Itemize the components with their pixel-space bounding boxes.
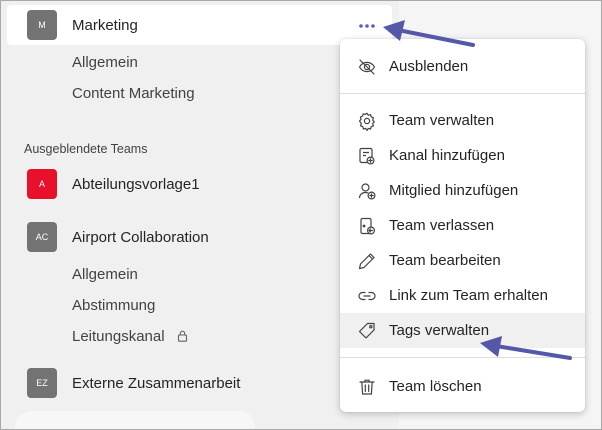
menu-item-kanal-hinzufuegen[interactable]: Kanal hinzufügen [340,138,585,173]
tag-icon [357,321,377,341]
more-options-button[interactable] [356,18,378,32]
lock-icon [177,329,188,346]
team-row-airport-collaboration[interactable]: AC Airport Collaboration [7,217,392,257]
menu-item-mitglied-hinzufuegen[interactable]: Mitglied hinzufügen [340,173,585,208]
menu-divider [340,93,585,94]
menu-item-label: Tags verwalten [389,322,490,339]
menu-item-label: Team verlassen [389,217,495,234]
team-avatar: AC [27,222,57,252]
team-row-externe-zusammenarbeit[interactable]: EZ Externe Zusammenarbeit [7,363,392,403]
channel-label: Leitungskanal [72,328,165,345]
menu-item-label: Team löschen [389,378,482,395]
add-member-icon [357,181,377,201]
channel-item[interactable]: Content Marketing [72,85,195,102]
trash-icon [357,377,377,397]
menu-item-label: Mitglied hinzufügen [389,182,519,199]
team-row-abteilungsvorlage1[interactable]: A Abteilungsvorlage1 [7,164,392,204]
menu-item-team-bearbeiten[interactable]: Team bearbeiten [340,243,585,278]
channel-item[interactable]: Allgemein [72,54,138,71]
menu-item-label: Kanal hinzufügen [389,147,505,164]
leave-team-icon [357,216,377,236]
menu-item-team-loeschen[interactable]: Team löschen [340,369,585,404]
list-bottom-edge [15,411,255,430]
link-icon [357,286,377,306]
team-avatar: A [27,169,57,199]
channel-item[interactable]: Allgemein [72,266,138,283]
menu-item-team-verlassen[interactable]: Team verlassen [340,208,585,243]
gear-icon [357,111,377,131]
menu-divider [340,357,585,358]
menu-item-ausblenden[interactable]: Ausblenden [340,49,585,84]
menu-item-label: Team verwalten [389,112,495,129]
menu-item-label: Ausblenden [389,58,469,75]
team-avatar: EZ [27,368,57,398]
team-name: Externe Zusammenarbeit [72,374,241,392]
menu-item-link-zum-team[interactable]: Link zum Team erhalten [340,278,585,313]
team-context-menu: Ausblenden Team verwalten Kanal hinzufüg… [340,39,585,412]
channel-item-leitungskanal[interactable]: Leitungskanal [72,328,188,346]
pencil-icon [357,251,377,271]
team-avatar: M [27,10,57,40]
team-name: Abteilungsvorlage1 [72,175,200,193]
channel-item[interactable]: Abstimmung [72,297,155,314]
hidden-teams-section-label: Ausgeblendete Teams [24,142,148,156]
menu-item-team-verwalten[interactable]: Team verwalten [340,103,585,138]
team-name: Marketing [72,16,138,34]
menu-item-label: Link zum Team erhalten [389,287,548,304]
more-options-icon [358,16,376,34]
team-row-marketing[interactable]: M Marketing [7,5,392,45]
menu-item-label: Team bearbeiten [389,252,501,269]
add-channel-icon [357,146,377,166]
eye-off-icon [357,57,377,77]
menu-item-tags-verwalten[interactable]: Tags verwalten [340,313,585,348]
team-name: Airport Collaboration [72,228,209,246]
